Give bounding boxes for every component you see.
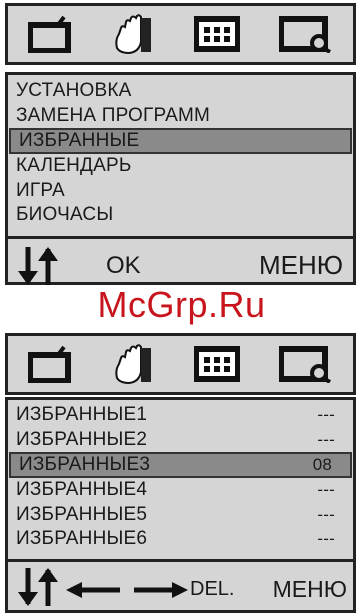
- hand-icon[interactable]: [111, 342, 155, 386]
- left-arrow-icon: [66, 578, 122, 606]
- favorite-row-6[interactable]: ИЗБРАННЫЕ6 ---: [8, 527, 353, 552]
- menu-item-calendar[interactable]: КАЛЕНДАРЬ: [8, 154, 353, 179]
- favorite-value: ---: [317, 480, 335, 499]
- favorite-value: ---: [317, 405, 335, 424]
- menu-item-label: ЗАМЕНА ПРОГРАММ: [16, 104, 211, 126]
- icon-bar-top: [5, 3, 356, 65]
- favorite-row-4[interactable]: ИЗБРАННЫЕ4 ---: [8, 478, 353, 503]
- icon-bar-bottom: [5, 333, 356, 395]
- favorite-value: 08: [312, 455, 332, 474]
- favorite-label: ИЗБРАННЫЕ4: [16, 479, 148, 500]
- clock-icon[interactable]: [279, 345, 333, 383]
- favorite-label: ИЗБРАННЫЕ3: [19, 454, 151, 475]
- favorite-label: ИЗБРАННЫЕ6: [16, 528, 148, 549]
- favorite-label: ИЗБРАННЫЕ2: [16, 428, 148, 450]
- menu-label[interactable]: МЕНЮ: [273, 576, 347, 603]
- menu-list: УСТАНОВКА ЗАМЕНА ПРОГРАММ ИЗБРАННЫЕ КАЛЕ…: [8, 75, 353, 228]
- hand-icon[interactable]: [111, 12, 155, 56]
- favorite-row-3[interactable]: ИЗБРАННЫЕ3 08: [9, 452, 352, 478]
- menu-item-game[interactable]: ИГРА: [8, 179, 353, 204]
- menu-item-label: БИОЧАСЫ: [16, 204, 114, 225]
- favorites-footer: DEL. МЕНЮ: [8, 562, 353, 614]
- menu-item-setup[interactable]: УСТАНОВКА: [8, 79, 353, 104]
- up-down-arrows-icon: [16, 566, 60, 615]
- delete-label[interactable]: DEL.: [190, 578, 234, 601]
- clock-icon[interactable]: [279, 15, 333, 53]
- watermark: McGrp.Ru: [97, 284, 266, 325]
- menu-label[interactable]: МЕНЮ: [259, 250, 343, 281]
- favorite-value: ---: [317, 429, 335, 449]
- tv-icon[interactable]: [27, 15, 72, 53]
- favorites-list: ИЗБРАННЫЕ1 --- ИЗБРАННЫЕ2 --- ИЗБРАННЫЕ3 08…: [8, 400, 353, 552]
- favorite-value: ---: [317, 504, 335, 524]
- calendar-icon[interactable]: [194, 345, 241, 383]
- right-arrow-icon: [132, 578, 188, 606]
- main-menu-panel: УСТАНОВКА ЗАМЕНА ПРОГРАММ ИЗБРАННЫЕ КАЛЕ…: [5, 72, 356, 285]
- menu-item-label: УСТАНОВКА: [16, 80, 132, 101]
- favorite-label: ИЗБРАННЫЕ5: [16, 503, 148, 525]
- menu-item-label: ИЗБРАННЫЕ: [19, 130, 140, 151]
- ok-label[interactable]: OK: [106, 252, 141, 280]
- favorite-row-5[interactable]: ИЗБРАННЫЕ5 ---: [8, 503, 353, 528]
- favorite-row-1[interactable]: ИЗБРАННЫЕ1 ---: [8, 403, 353, 428]
- favorite-label: ИЗБРАННЫЕ1: [16, 404, 148, 425]
- menu-item-program-swap[interactable]: ЗАМЕНА ПРОГРАММ: [8, 104, 353, 129]
- menu-item-label: ИГРА: [16, 179, 65, 201]
- calendar-icon[interactable]: [194, 15, 241, 53]
- menu-footer: OK МЕНЮ: [8, 239, 353, 291]
- menu-item-label: КАЛЕНДАРЬ: [16, 155, 132, 176]
- favorites-panel: ИЗБРАННЫЕ1 --- ИЗБРАННЫЕ2 --- ИЗБРАННЫЕ3 08…: [5, 397, 356, 613]
- tv-icon[interactable]: [27, 345, 72, 383]
- favorite-value: ---: [317, 529, 335, 548]
- favorite-row-2[interactable]: ИЗБРАННЫЕ2 ---: [8, 428, 353, 453]
- menu-item-biorhythm[interactable]: БИОЧАСЫ: [8, 203, 353, 228]
- menu-item-favorites[interactable]: ИЗБРАННЫЕ: [9, 128, 352, 154]
